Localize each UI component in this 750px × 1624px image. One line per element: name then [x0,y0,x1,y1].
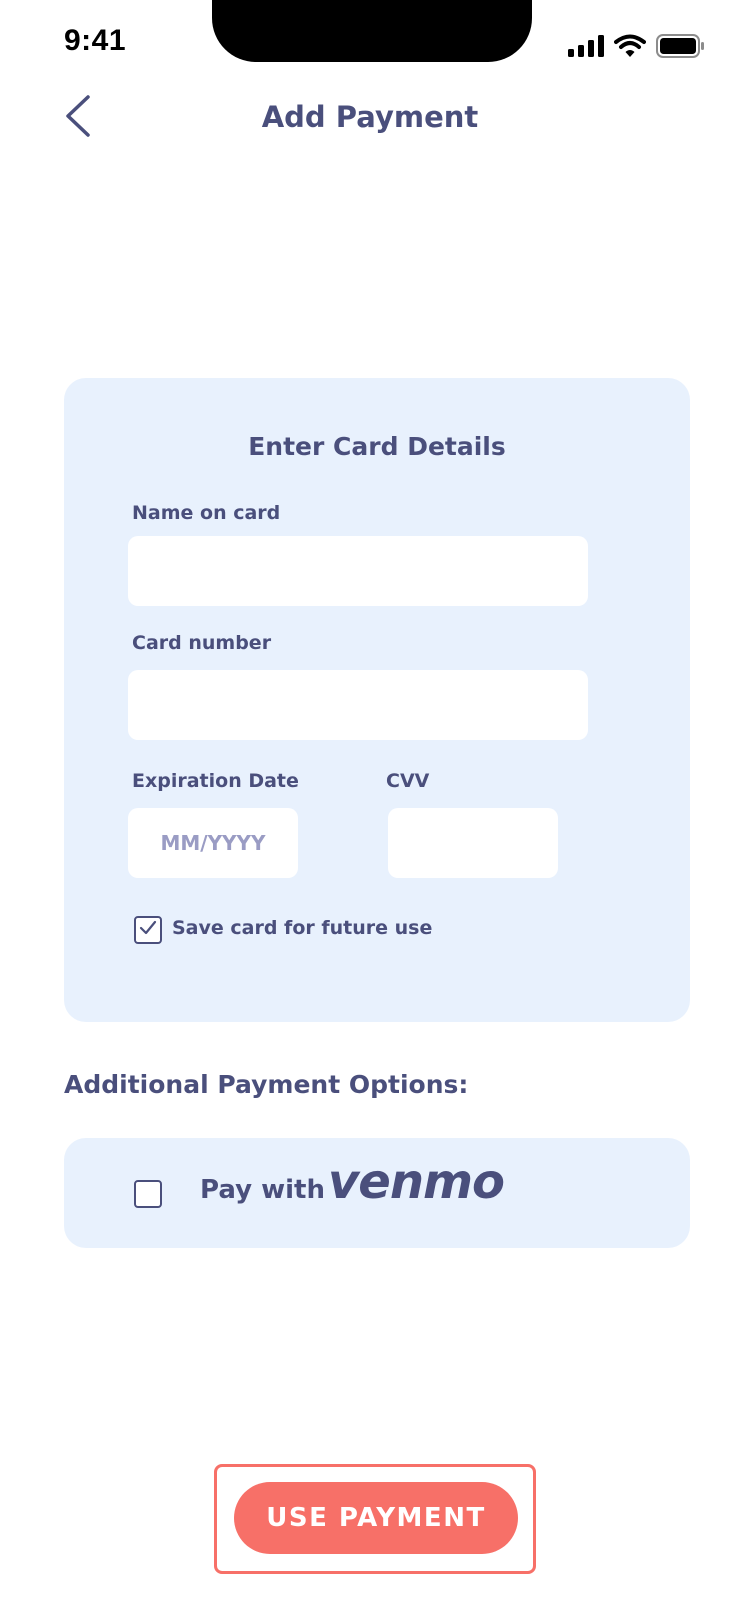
use-payment-button[interactable]: USE PAYMENT [234,1482,518,1554]
status-icons [568,34,704,62]
cvv-input[interactable] [388,808,558,878]
cvv-label: CVV [386,770,430,792]
venmo-logo: venmo [328,1154,505,1210]
save-card-checkbox[interactable] [134,916,162,944]
card-details-panel: Enter Card Details Name on card Card num… [64,378,690,1022]
card-number-input[interactable] [128,670,588,740]
name-on-card-input[interactable] [128,536,588,606]
name-on-card-label: Name on card [132,502,281,524]
checkmark-icon [139,920,157,940]
wifi-icon [614,34,646,62]
status-time: 9:41 [64,24,127,57]
venmo-checkbox[interactable] [134,1180,162,1208]
additional-options-heading: Additional Payment Options: [64,1070,469,1099]
battery-icon [656,34,704,62]
page-title: Add Payment [261,100,479,134]
expiration-date-input[interactable] [128,808,298,878]
pay-with-label: Pay with [200,1175,325,1205]
save-card-label: Save card for future use [172,917,433,939]
device-notch [212,0,532,62]
venmo-option-panel[interactable]: Pay with venmo [64,1138,690,1248]
expiration-date-label: Expiration Date [132,770,299,792]
signal-icon [568,35,604,61]
card-number-label: Card number [132,632,272,654]
card-details-heading: Enter Card Details [248,432,506,461]
